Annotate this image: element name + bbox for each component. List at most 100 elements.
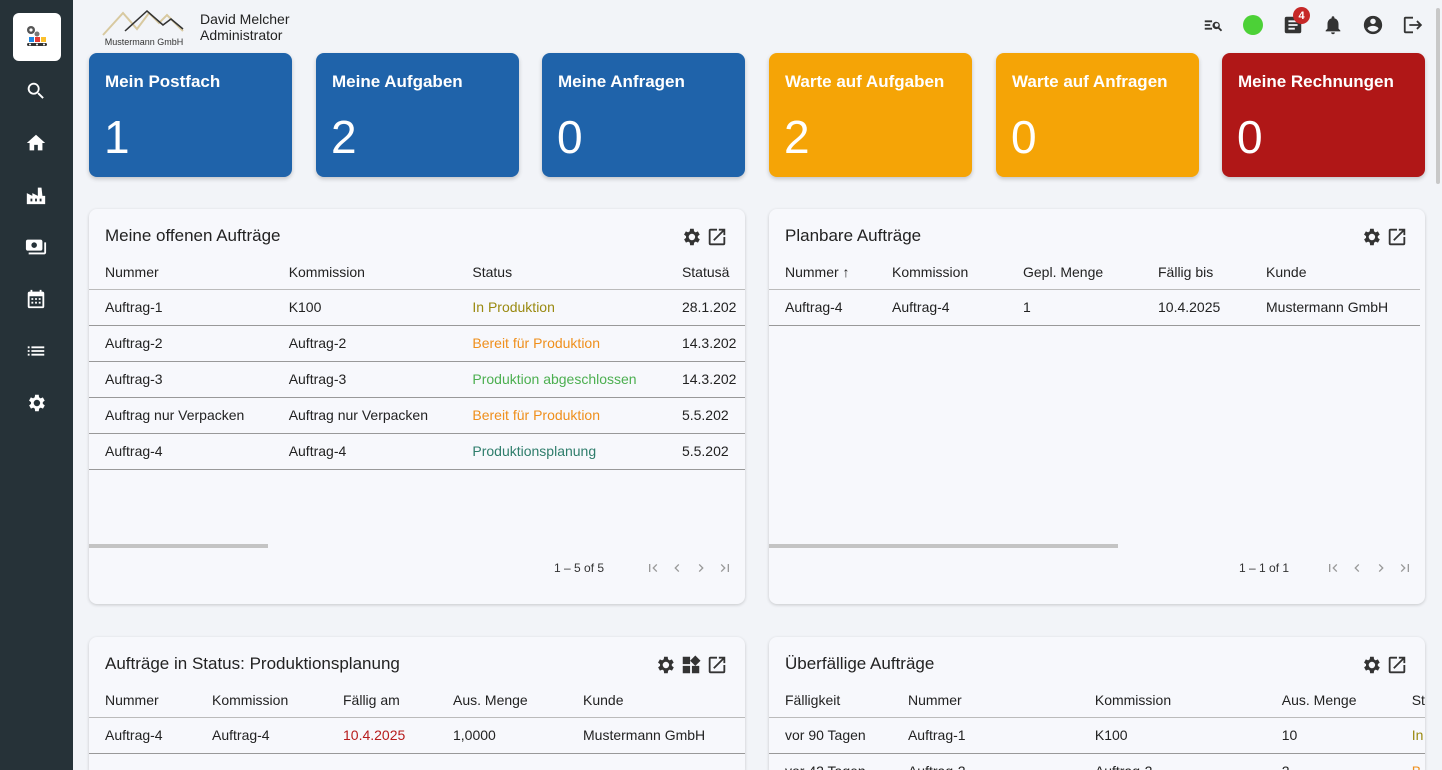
kpi-title: Mein Postfach bbox=[105, 72, 221, 91]
logout-icon[interactable] bbox=[1400, 12, 1426, 38]
table-cell: Auftrag-1 bbox=[89, 289, 273, 326]
column-header[interactable]: Aus. Menge bbox=[437, 683, 567, 718]
open-external-icon[interactable] bbox=[705, 225, 729, 249]
kpi-mein-postfach[interactable]: Mein Postfach 1 bbox=[89, 53, 292, 177]
status-cell: Bereit für Produktion bbox=[456, 397, 666, 434]
table-row[interactable]: Auftrag-2 Auftrag-2 Bereit für Produktio… bbox=[89, 325, 745, 362]
column-header[interactable]: Kommission bbox=[876, 255, 1007, 290]
table-cell: 28.1.202 bbox=[665, 289, 745, 326]
table-header: Fälligkeit Nummer Kommission Aus. Menge … bbox=[769, 683, 1425, 718]
column-header[interactable]: Nummer bbox=[89, 683, 196, 718]
status-cell: Bereit für Produktion bbox=[456, 325, 666, 362]
next-page-icon[interactable] bbox=[1373, 560, 1389, 576]
first-page-icon[interactable] bbox=[1325, 560, 1341, 576]
column-header[interactable]: Kommission bbox=[272, 255, 457, 290]
table-row[interactable]: Auftrag nur Verpacken Auftrag nur Verpac… bbox=[89, 397, 745, 434]
prev-page-icon[interactable] bbox=[669, 560, 685, 576]
table-cell: 5.5.202 bbox=[665, 397, 745, 434]
open-external-icon[interactable] bbox=[1385, 225, 1409, 249]
column-header[interactable]: Statusä bbox=[665, 255, 745, 290]
tasks-icon[interactable]: 4 bbox=[1280, 7, 1310, 38]
account-icon[interactable] bbox=[1360, 12, 1386, 38]
topbar: Mustermann GmbH David Melcher Administra… bbox=[73, 0, 1442, 50]
kpi-warte-auf-anfragen[interactable]: Warte auf Anfragen 0 bbox=[996, 53, 1199, 177]
column-header[interactable]: Gepl. Menge bbox=[1007, 255, 1142, 290]
kpi-value: 2 bbox=[784, 111, 810, 163]
table-row[interactable]: vor 42 Tagen Auftrag-2 Auftrag-2 2 B bbox=[769, 753, 1425, 770]
plannable-orders-table: Nummer ↑ Kommission Gepl. Menge Fällig b… bbox=[769, 255, 1420, 326]
status-cell: B bbox=[1395, 753, 1425, 770]
settings-icon[interactable] bbox=[24, 391, 48, 415]
open-external-icon[interactable] bbox=[705, 653, 729, 677]
kpi-title: Meine Anfragen bbox=[558, 72, 685, 91]
prev-page-icon[interactable] bbox=[1349, 560, 1365, 576]
kpi-meine-aufgaben[interactable]: Meine Aufgaben 2 bbox=[316, 53, 519, 177]
column-header[interactable]: Kunde bbox=[567, 683, 745, 718]
widgets-icon[interactable] bbox=[679, 653, 703, 677]
table-cell: 10.4.2025 bbox=[1142, 289, 1250, 326]
column-header[interactable]: Aus. Menge bbox=[1265, 683, 1396, 718]
kpi-value: 0 bbox=[557, 111, 583, 163]
pager-buttons bbox=[1325, 560, 1413, 576]
table-cell: Mustermann GmbH bbox=[1250, 289, 1420, 326]
gear-icon[interactable] bbox=[1359, 653, 1383, 677]
gear-icon[interactable] bbox=[653, 653, 677, 677]
last-page-icon[interactable] bbox=[717, 560, 733, 576]
table-cell: Auftrag-2 bbox=[89, 325, 273, 362]
horizontal-scrollbar[interactable] bbox=[89, 544, 268, 548]
overdue-orders-table: Fälligkeit Nummer Kommission Aus. Menge … bbox=[769, 683, 1425, 770]
user-info: David Melcher Administrator bbox=[200, 11, 289, 43]
kpi-meine-rechnungen[interactable]: Meine Rechnungen 0 bbox=[1222, 53, 1425, 177]
app-logo-icon bbox=[27, 26, 47, 46]
column-header[interactable]: St bbox=[1395, 683, 1425, 718]
kpi-warte-auf-aufgaben[interactable]: Warte auf Aufgaben 2 bbox=[769, 53, 972, 177]
table-row[interactable]: Auftrag-4 Auftrag-4 10.4.2025 1,0000 Mus… bbox=[89, 717, 745, 754]
status-dot bbox=[1243, 15, 1263, 35]
sidebar bbox=[0, 0, 73, 770]
company-name: Mustermann GmbH bbox=[104, 37, 184, 47]
search-list-icon[interactable] bbox=[1200, 12, 1226, 38]
calendar-icon[interactable] bbox=[24, 287, 48, 311]
table-row[interactable]: Auftrag-3 Auftrag-3 Produktion abgeschlo… bbox=[89, 361, 745, 398]
status-cell: Produktion abgeschlossen bbox=[456, 361, 666, 398]
column-header[interactable]: Status bbox=[456, 255, 666, 290]
payments-icon[interactable] bbox=[24, 235, 48, 259]
horizontal-scrollbar[interactable] bbox=[769, 544, 1118, 548]
table-row[interactable]: Auftrag-4 Auftrag-4 Produktionsplanung 5… bbox=[89, 433, 745, 470]
page-scrollbar[interactable] bbox=[1436, 8, 1440, 184]
table-cell: Auftrag-4 bbox=[196, 717, 327, 754]
home-icon[interactable] bbox=[24, 131, 48, 155]
status-planning-card: Aufträge in Status: Produktionsplanung N… bbox=[89, 637, 745, 770]
column-header[interactable]: Fällig bis bbox=[1142, 255, 1250, 290]
gear-icon[interactable] bbox=[1359, 225, 1383, 249]
column-header[interactable]: Kunde bbox=[1250, 255, 1420, 290]
bell-icon[interactable] bbox=[1320, 12, 1346, 38]
table-row[interactable]: vor 90 Tagen Auftrag-1 K100 10 In bbox=[769, 717, 1425, 754]
gear-icon[interactable] bbox=[679, 225, 703, 249]
column-header[interactable]: Kommission bbox=[1078, 683, 1266, 718]
kpi-meine-anfragen[interactable]: Meine Anfragen 0 bbox=[542, 53, 745, 177]
factory-icon[interactable] bbox=[24, 183, 48, 207]
column-header[interactable]: Kommission bbox=[196, 683, 327, 718]
kpi-title: Warte auf Anfragen bbox=[1012, 72, 1168, 91]
column-header[interactable]: Nummer bbox=[89, 255, 273, 290]
table-cell: K100 bbox=[272, 289, 457, 326]
card-title: Aufträge in Status: Produktionsplanung bbox=[105, 654, 400, 673]
first-page-icon[interactable] bbox=[645, 560, 661, 576]
column-header[interactable]: Fälligkeit bbox=[769, 683, 892, 718]
open-external-icon[interactable] bbox=[1385, 653, 1409, 677]
app-logo[interactable] bbox=[13, 13, 61, 61]
next-page-icon[interactable] bbox=[693, 560, 709, 576]
column-header-sorted[interactable]: Nummer ↑ bbox=[769, 255, 876, 290]
table-cell: Auftrag nur Verpacken bbox=[89, 397, 273, 434]
table-cell: 10 bbox=[1265, 717, 1396, 754]
table-row[interactable]: Auftrag-1 K100 In Produktion 28.1.202 bbox=[89, 289, 745, 326]
table-row[interactable]: Auftrag-4 Auftrag-4 1 10.4.2025 Musterma… bbox=[769, 289, 1420, 326]
table-cell: K100 bbox=[1078, 717, 1266, 754]
search-icon[interactable] bbox=[24, 79, 48, 103]
last-page-icon[interactable] bbox=[1397, 560, 1413, 576]
list-icon[interactable] bbox=[24, 339, 48, 363]
table-cell: Auftrag-2 bbox=[891, 753, 1079, 770]
column-header[interactable]: Fällig am bbox=[327, 683, 437, 718]
column-header[interactable]: Nummer bbox=[891, 683, 1079, 718]
